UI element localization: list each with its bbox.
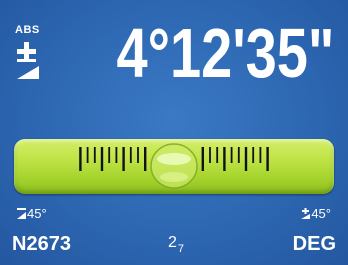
- middle-readout-main: 2: [168, 234, 177, 251]
- minus-slope-icon: [17, 208, 26, 219]
- minus-range-indicator: 45°: [17, 206, 47, 221]
- level-app-screen: ABS 4°12'35" 45° 45° N2673 27 DEG: [0, 0, 348, 265]
- minus-range-label: 45°: [27, 206, 47, 221]
- calibration-code[interactable]: N2673: [12, 233, 71, 256]
- plus-range-indicator: 45°: [301, 206, 331, 221]
- plus-range-label: 45°: [311, 206, 331, 221]
- plus-slope-icon: [301, 208, 311, 219]
- level-scale: [79, 143, 269, 189]
- angle-readout: 4°12'35": [116, 14, 334, 92]
- bubble-level-vial: [14, 139, 334, 194]
- unit-toggle[interactable]: DEG: [293, 233, 336, 256]
- plus-minus-slope-icon[interactable]: [15, 42, 43, 80]
- middle-readout[interactable]: 27: [168, 234, 185, 255]
- middle-readout-sub: 7: [177, 243, 185, 255]
- abs-mode-label: ABS: [15, 24, 40, 36]
- level-bubble: [150, 143, 198, 189]
